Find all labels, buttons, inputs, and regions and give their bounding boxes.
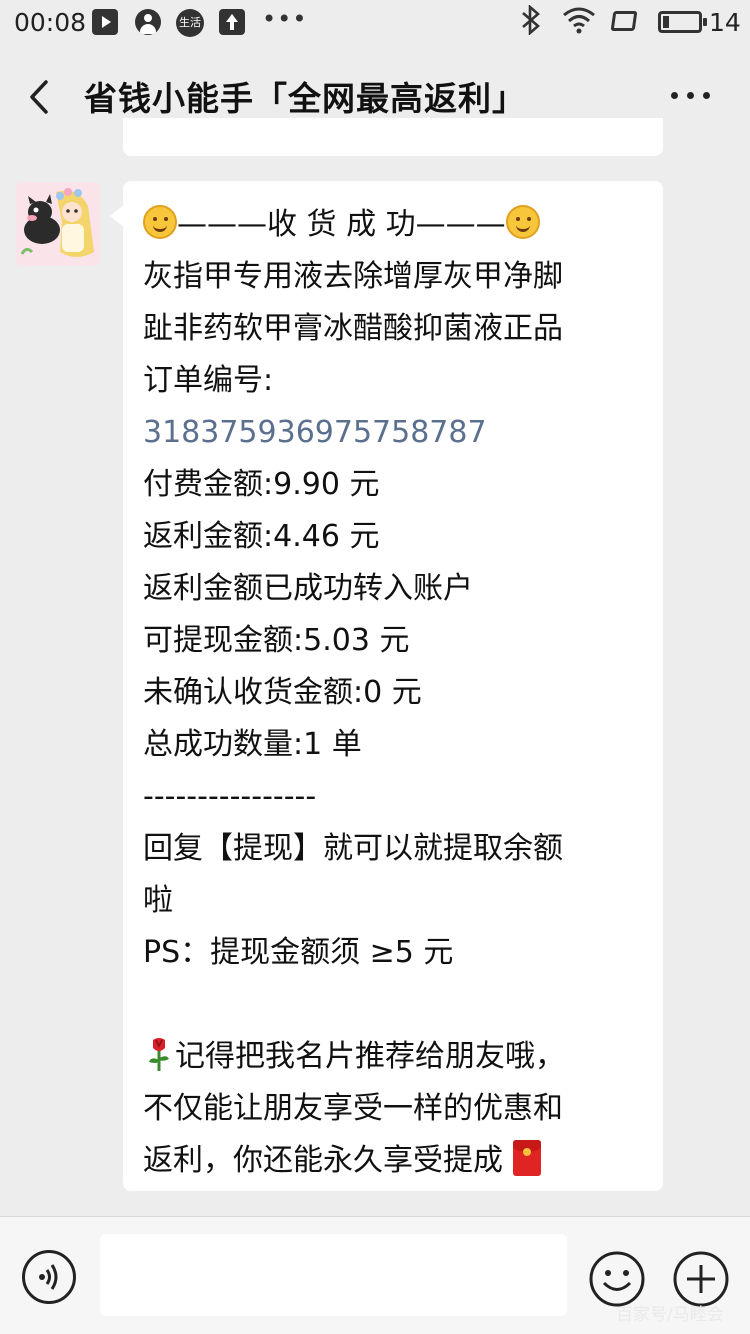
back-arrow-icon bbox=[22, 72, 62, 122]
more-dot bbox=[671, 92, 678, 99]
rebate-transferred-text: 返利金额已成功转入账户 bbox=[143, 571, 473, 606]
smile-emoji-icon bbox=[505, 205, 540, 239]
more-dot bbox=[687, 92, 694, 99]
user-icon bbox=[135, 9, 161, 35]
delivery-success-label: ———收 货 成 功——— bbox=[177, 207, 506, 242]
withdraw-instruction: 啦 bbox=[143, 883, 173, 918]
battery-fill bbox=[663, 16, 669, 28]
more-dot bbox=[703, 92, 710, 99]
referral-text: 记得把我名片推荐给朋友哦， bbox=[175, 1039, 565, 1074]
referral-line: 返利，你还能永久享受提成 bbox=[143, 1135, 643, 1187]
order-number-link[interactable]: 318375936975758787 bbox=[143, 407, 643, 459]
life-icon: 生活 bbox=[176, 9, 204, 37]
rose-emoji-icon bbox=[143, 1036, 175, 1072]
withdrawable-amount: 可提现金额:5.03 元 bbox=[143, 623, 410, 658]
watermark: 百家号/马睦会 bbox=[616, 1305, 724, 1325]
chat-title: 省钱小能手「全网最高返利」 bbox=[84, 79, 526, 118]
product-name-line: 趾非药软甲膏冰醋酸抑菌液正品 bbox=[143, 311, 563, 346]
battery-icon bbox=[658, 11, 707, 33]
paid-amount: 付费金额:9.90 元 bbox=[143, 467, 380, 502]
status-time: 00:08 bbox=[14, 8, 87, 37]
voice-button[interactable] bbox=[22, 1250, 76, 1304]
battery-level: 14 bbox=[709, 8, 741, 37]
message-input[interactable] bbox=[100, 1234, 567, 1316]
video-play-icon bbox=[92, 9, 118, 35]
previous-message-bubble bbox=[123, 118, 663, 156]
rotate-icon bbox=[610, 11, 638, 31]
referral-text: 不仅能让朋友享受一样的优惠和 bbox=[143, 1091, 563, 1126]
total-success-count: 总成功数量:1 单 bbox=[143, 727, 362, 762]
back-button[interactable] bbox=[22, 72, 62, 122]
order-number-label: 订单编号: bbox=[143, 363, 274, 398]
header-line: ———收 货 成 功——— bbox=[143, 199, 643, 251]
avatar[interactable] bbox=[16, 182, 100, 266]
more-dots-icon: ••• bbox=[262, 5, 308, 33]
wifi-icon bbox=[562, 6, 596, 38]
referral-line: 记得把我名片推荐给朋友哦， bbox=[143, 1031, 643, 1083]
voice-icon bbox=[25, 1264, 73, 1305]
avatar-image bbox=[16, 182, 100, 266]
message-bubble[interactable]: ———收 货 成 功——— 灰指甲专用液去除增厚灰甲净脚 趾非药软甲膏冰醋酸抑菌… bbox=[110, 181, 663, 1191]
referral-text: 返利，你还能永久享受提成 bbox=[143, 1143, 503, 1178]
upload-icon bbox=[219, 9, 245, 35]
rebate-amount: 返利金额:4.46 元 bbox=[143, 519, 380, 554]
red-envelope-icon bbox=[513, 1140, 541, 1176]
separator-line: ---------------- bbox=[143, 779, 317, 814]
withdraw-instruction: 回复【提现】就可以就提取余额 bbox=[143, 831, 563, 866]
more-button[interactable] bbox=[668, 72, 714, 118]
status-bar: 00:08 生活 ••• 14 bbox=[0, 0, 750, 46]
smile-emoji-icon bbox=[143, 205, 177, 239]
bluetooth-icon bbox=[520, 4, 542, 41]
product-name-line: 灰指甲专用液去除增厚灰甲净脚 bbox=[143, 259, 563, 294]
ps-note: PS：提现金额须 ≥5 元 bbox=[143, 935, 454, 970]
unconfirmed-amount: 未确认收货金额:0 元 bbox=[143, 675, 422, 710]
